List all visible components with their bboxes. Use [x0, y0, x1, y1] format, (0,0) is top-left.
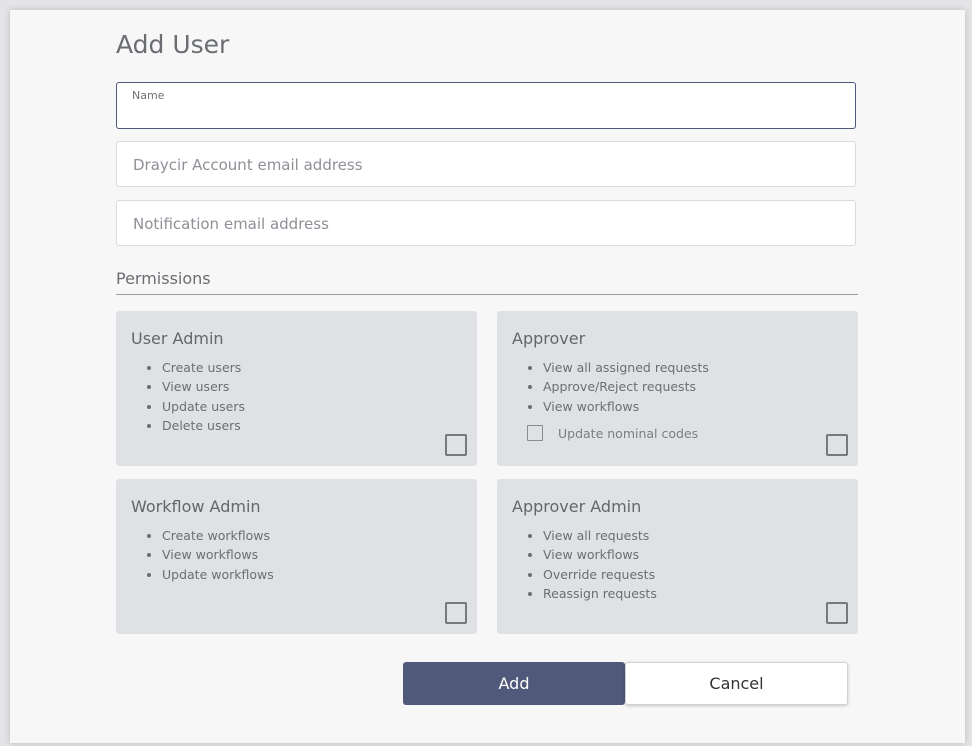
list-item: Delete users [162, 416, 245, 435]
list-item: View workflows [162, 545, 274, 564]
approver-checkbox[interactable] [826, 434, 848, 456]
name-field-label: Name [132, 89, 165, 102]
cancel-button[interactable]: Cancel [625, 662, 848, 705]
permission-list: Create users View users Update users Del… [146, 358, 245, 435]
add-user-dialog: Add User Name Permissions User Admin Cre… [10, 10, 965, 743]
add-button[interactable]: Add [403, 662, 625, 705]
workflow-admin-checkbox[interactable] [445, 602, 467, 624]
permission-card-approver-admin: Approver Admin View all requests View wo… [497, 479, 858, 634]
permission-list: View all assigned requests Approve/Rejec… [527, 358, 709, 416]
update-nominal-codes-label: Update nominal codes [558, 425, 699, 441]
list-item: View all assigned requests [543, 358, 709, 377]
list-item: View workflows [543, 545, 657, 564]
user-admin-checkbox[interactable] [445, 434, 467, 456]
card-title: Approver Admin [512, 497, 642, 516]
permissions-heading: Permissions [116, 269, 211, 288]
list-item: Create users [162, 358, 245, 377]
notification-email-field[interactable] [116, 200, 856, 246]
card-title: Workflow Admin [131, 497, 261, 516]
permission-card-approver: Approver View all assigned requests Appr… [497, 311, 858, 466]
permissions-divider [116, 294, 858, 295]
list-item: Update workflows [162, 565, 274, 584]
list-item: View all requests [543, 526, 657, 545]
list-item: View workflows [543, 397, 709, 416]
list-item: Approve/Reject requests [543, 377, 709, 396]
update-nominal-codes-checkbox[interactable] [527, 425, 543, 441]
dialog-title: Add User [116, 30, 230, 59]
list-item: Update users [162, 397, 245, 416]
permission-list: View all requests View workflows Overrid… [527, 526, 657, 603]
name-field[interactable]: Name [116, 82, 856, 129]
approver-admin-checkbox[interactable] [826, 602, 848, 624]
list-item: Reassign requests [543, 584, 657, 603]
card-title: User Admin [131, 329, 224, 348]
permission-card-workflow-admin: Workflow Admin Create workflows View wor… [116, 479, 477, 634]
update-nominal-codes-option[interactable]: Update nominal codes [527, 425, 698, 441]
permission-list: Create workflows View workflows Update w… [146, 526, 274, 584]
list-item: Create workflows [162, 526, 274, 545]
card-title: Approver [512, 329, 586, 348]
list-item: Override requests [543, 565, 657, 584]
account-email-field[interactable] [116, 141, 856, 187]
account-email-input[interactable] [131, 153, 843, 177]
name-input[interactable] [131, 103, 843, 127]
notification-email-input[interactable] [131, 212, 843, 236]
list-item: View users [162, 377, 245, 396]
permission-card-user-admin: User Admin Create users View users Updat… [116, 311, 477, 466]
